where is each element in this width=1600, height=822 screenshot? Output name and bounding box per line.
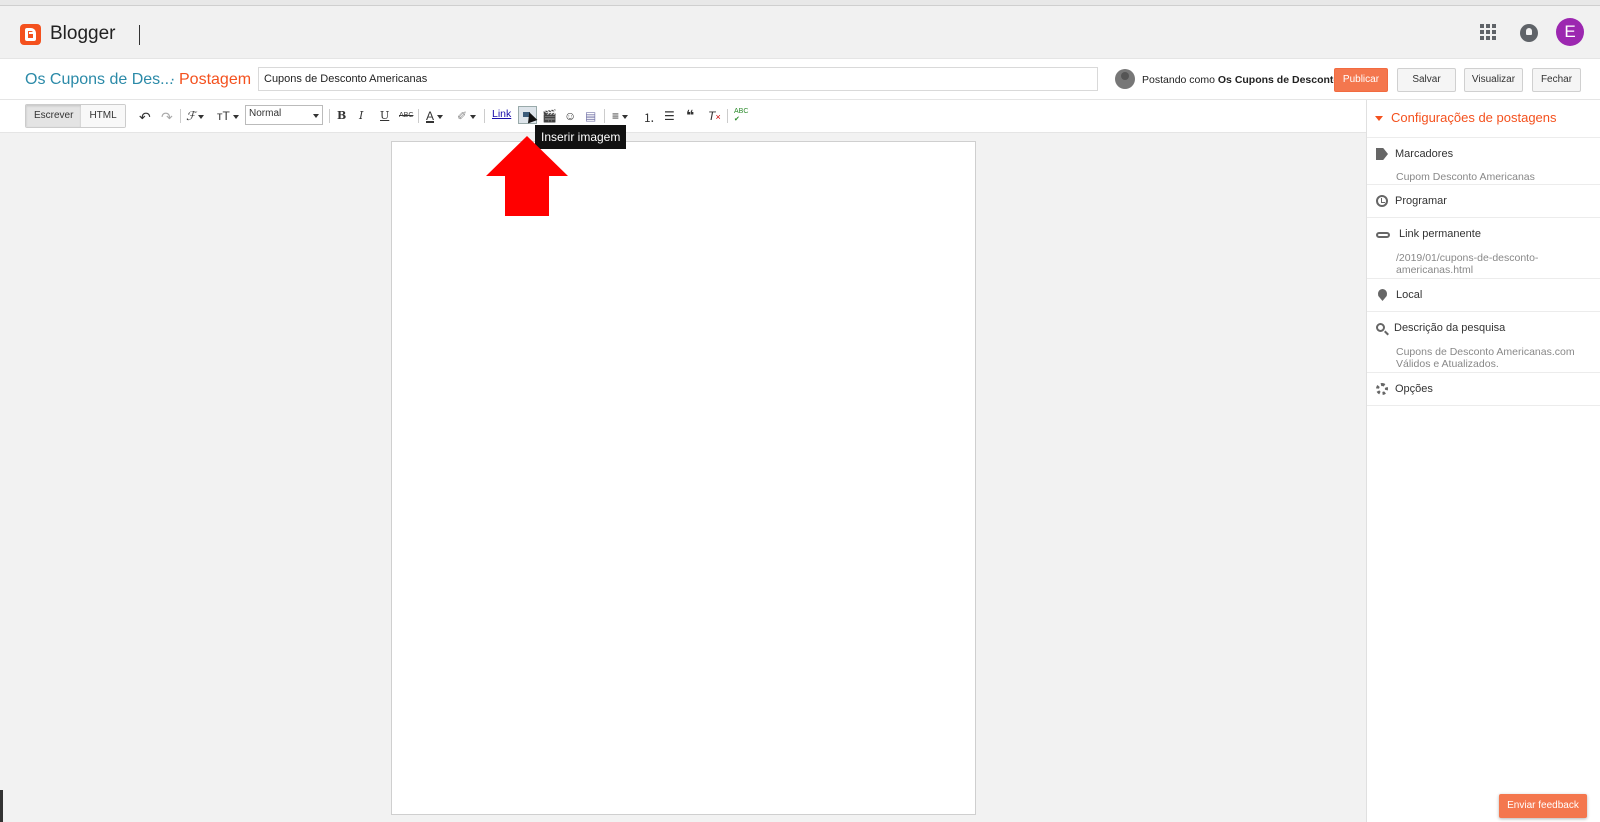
blog-name-link[interactable]: Os Cupons de Des... [25,71,174,89]
location-pin-icon [1378,289,1387,301]
save-button[interactable]: Salvar [1397,68,1456,92]
font-family-icon[interactable]: ℱ [186,109,205,123]
permalink-title: Link permanente [1399,228,1481,240]
strikethrough-button[interactable]: ABC [399,112,413,119]
search-description-setting[interactable]: Descrição da pesquisa Cupons de Desconto… [1367,311,1600,372]
compose-mode-button[interactable]: Escrever [26,105,82,127]
close-button[interactable]: Fechar [1532,68,1581,92]
location-title: Local [1396,289,1423,301]
post-title-input[interactable] [258,67,1098,91]
clock-icon [1376,195,1388,207]
permalink-value: /2019/01/cupons-de-desconto-americanas.h… [1396,252,1539,276]
editor-toolbar: Escrever HTML ↶ ↷ ℱ тT Normal B I U ABC … [0,100,1366,133]
blogger-logo-icon[interactable] [20,24,41,45]
posting-as-name: Os Cupons de Desconto [1217,74,1340,86]
red-up-arrow-icon [486,136,568,216]
post-body-editor[interactable] [391,141,976,815]
insert-jump-break-icon[interactable]: ▤ [585,109,596,123]
paragraph-format-select[interactable]: Normal [245,105,323,125]
html-mode-button[interactable]: HTML [81,105,125,127]
alignment-icon[interactable]: ≡ [612,109,629,123]
toolbar-divider [484,109,485,123]
app-header: Blogger E [0,6,1600,58]
location-setting[interactable]: Local [1367,278,1600,311]
editor-mode-toggle: Escrever HTML [25,104,126,128]
editor-canvas [0,133,1366,822]
permalink-setting[interactable]: Link permanente /2019/01/cupons-de-desco… [1367,217,1600,278]
schedule-title: Programar [1395,195,1447,207]
schedule-setting[interactable]: Programar [1367,184,1600,217]
search-description-value: Cupons de Desconto Americanas.com Válido… [1396,346,1575,370]
text-color-icon[interactable]: A [426,109,444,123]
post-settings-heading[interactable]: Configurações de postagens [1375,110,1557,125]
send-feedback-button[interactable]: Enviar feedback [1499,794,1587,818]
posting-as-text: Postando como Os Cupons de Desconto [1142,74,1340,86]
user-avatar-icon [1115,69,1135,89]
post-settings-sidebar: Configurações de postagens Marcadores Cu… [1366,100,1600,822]
labels-setting[interactable]: Marcadores Cupom Desconto Americanas [1367,137,1600,184]
quote-icon[interactable]: ❝ [686,107,694,124]
apps-icon[interactable] [1480,24,1496,40]
insert-video-icon[interactable]: 🎬 [542,109,557,123]
account-avatar[interactable]: E [1556,18,1584,46]
paragraph-format-value: Normal [249,108,282,119]
collapse-triangle-icon [1375,116,1383,122]
insert-link-button[interactable]: Link [492,108,511,120]
breadcrumb-section: Postagem [179,71,252,88]
link-icon [1376,232,1390,238]
redo-icon[interactable]: ↷ [161,109,173,126]
spellcheck-label: ABC [734,108,749,115]
toolbar-divider [727,109,728,123]
toolbar-divider [604,109,605,123]
underline-button[interactable]: U [380,109,389,122]
post-bar: Os Cupons de Des... · Postagem Postando … [0,58,1600,100]
highlight-color-icon[interactable]: ✐ [457,109,477,123]
bold-button[interactable]: B [337,109,346,122]
toolbar-divider [180,109,181,123]
preview-button[interactable]: Visualizar [1464,68,1523,92]
numbered-list-icon[interactable]: ⒈ [643,109,655,126]
labels-title: Marcadores [1395,148,1454,160]
search-description-title: Descrição da pesquisa [1394,322,1506,334]
brand-name[interactable]: Blogger [50,23,116,45]
publish-button[interactable]: Publicar [1334,68,1388,92]
toolbar-divider [418,109,419,123]
options-setting[interactable]: Opções [1367,372,1600,406]
insert-emoji-icon[interactable]: ☺ [564,109,576,123]
remove-formatting-icon[interactable]: T× [708,109,721,123]
breadcrumb-separator: · [170,71,176,88]
labels-value: Cupom Desconto Americanas [1396,171,1535,183]
posting-as-prefix: Postando como [1142,74,1215,86]
notifications-icon[interactable] [1520,24,1538,42]
spellcheck-icon[interactable]: ABC ✔ [734,108,748,124]
tag-icon [1376,148,1388,160]
options-title: Opções [1395,383,1433,395]
header-divider [139,25,140,45]
search-icon [1376,323,1385,332]
gear-icon [1376,383,1388,395]
post-settings-title: Configurações de postagens [1391,110,1557,125]
toolbar-divider [329,109,330,123]
window-edge [0,790,3,822]
font-size-icon[interactable]: тT [217,109,239,123]
bulleted-list-icon[interactable]: ☰ [664,109,675,123]
italic-button[interactable]: I [359,109,363,122]
undo-icon[interactable]: ↶ [139,109,151,126]
